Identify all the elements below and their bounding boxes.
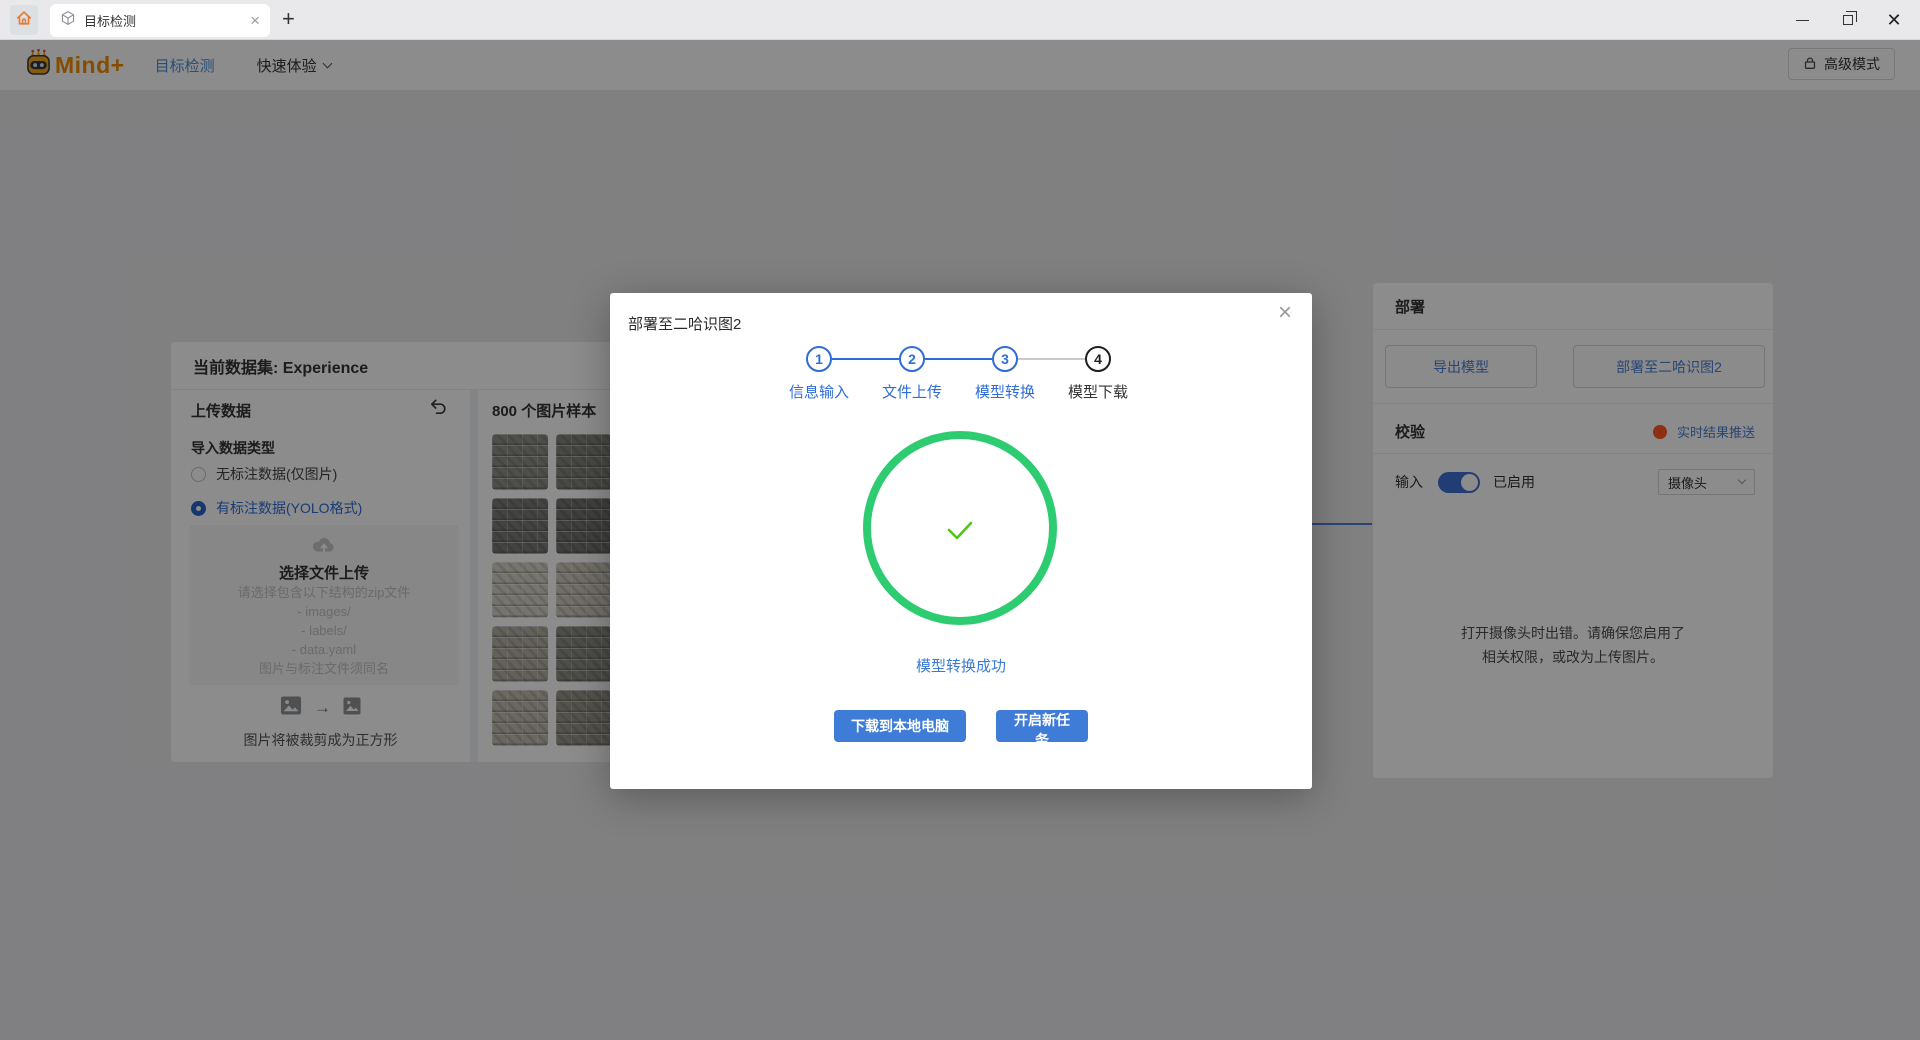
step-label-model-download: 模型下载 (1053, 381, 1143, 402)
step-connector (925, 358, 992, 360)
restore-icon (1843, 15, 1853, 25)
window-restore-button[interactable] (1825, 0, 1871, 40)
home-icon (15, 9, 33, 32)
step-circle-2: 2 (899, 346, 925, 372)
cube-icon (60, 10, 76, 31)
step-circle-4: 4 (1085, 346, 1111, 372)
modal-title: 部署至二哈识图2 (628, 313, 741, 334)
step-connector (832, 358, 899, 360)
minimize-icon (1796, 20, 1809, 21)
window-close-button[interactable]: ✕ (1871, 0, 1917, 40)
new-tab-button[interactable]: + (282, 6, 295, 32)
step-label-file-upload: 文件上传 (867, 381, 957, 402)
titlebar: 目标检测 × + ✕ (0, 0, 1920, 40)
tab-title: 目标检测 (84, 11, 250, 30)
start-new-task-button[interactable]: 开启新任务 (996, 710, 1088, 742)
tab-close-icon[interactable]: × (250, 12, 260, 29)
download-to-local-button[interactable]: 下载到本地电脑 (834, 710, 966, 742)
conversion-success-text: 模型转换成功 (610, 655, 1312, 676)
step-label-info-input: 信息输入 (774, 381, 864, 402)
window-minimize-button[interactable] (1779, 0, 1825, 40)
step-circle-3: 3 (992, 346, 1018, 372)
home-button[interactable] (10, 5, 38, 35)
step-circle-1: 1 (806, 346, 832, 372)
checkmark-icon (944, 518, 976, 547)
step-connector (1018, 358, 1085, 360)
tab-object-detection[interactable]: 目标检测 × (50, 4, 270, 37)
step-label-model-convert: 模型转换 (960, 381, 1050, 402)
deploy-modal: 部署至二哈识图2 × 1 2 3 4 信息输入 文件上传 模型转换 模型下载 模… (610, 293, 1312, 789)
modal-close-icon[interactable]: × (1278, 301, 1292, 325)
